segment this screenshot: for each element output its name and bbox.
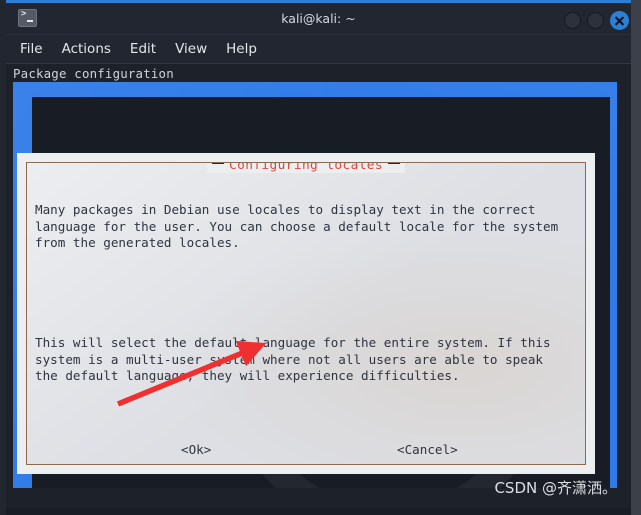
title-rule-right <box>388 163 401 164</box>
window-controls <box>564 11 629 30</box>
dialog-title: Configuring locales <box>229 162 383 173</box>
cancel-button[interactable]: <Cancel> <box>397 442 458 457</box>
menu-item-edit[interactable]: Edit <box>130 41 156 57</box>
window-titlebar[interactable]: kali@kali: ~ <box>6 3 631 35</box>
desktop-right-edge <box>631 0 641 515</box>
menubar: File Actions Edit View Help <box>6 35 631 64</box>
dialog-body: Many packages in Debian use locales to d… <box>35 169 577 458</box>
menu-item-actions[interactable]: Actions <box>62 41 111 57</box>
window-title: kali@kali: ~ <box>281 11 356 26</box>
dialog-paragraph-2: This will select the default language fo… <box>35 334 551 384</box>
ok-button[interactable]: <Ok> <box>181 442 211 457</box>
dialog-title-bar: Configuring locales <box>27 162 585 173</box>
dialog-paragraph-1: Many packages in Debian use locales to d… <box>35 202 559 251</box>
minimize-button[interactable] <box>564 12 581 29</box>
desktop-background: kali@kali: ~ File Actions Edit View Help… <box>0 0 641 515</box>
terminal-window: kali@kali: ~ File Actions Edit View Help… <box>6 3 631 508</box>
menu-item-view[interactable]: View <box>175 41 207 57</box>
paragraph-spacer-1 <box>35 285 577 302</box>
maximize-button[interactable] <box>587 12 604 29</box>
menu-item-help[interactable]: Help <box>226 41 257 57</box>
close-icon[interactable] <box>610 11 629 30</box>
terminal-content[interactable]: Package configuration Configuring locale… <box>6 64 631 508</box>
configuring-locales-dialog: Configuring locales Many packages in Deb… <box>17 153 595 474</box>
package-configuration-header: Package configuration <box>13 66 174 81</box>
menu-item-file[interactable]: File <box>20 41 43 57</box>
paragraph-spacer-2 <box>35 418 577 435</box>
dialog-title-background: Configuring locales <box>206 162 406 173</box>
dialog-frame: Configuring locales Many packages in Deb… <box>26 162 586 465</box>
watermark: CSDN @齐潇洒。 <box>494 479 617 497</box>
title-rule-left <box>211 163 224 164</box>
